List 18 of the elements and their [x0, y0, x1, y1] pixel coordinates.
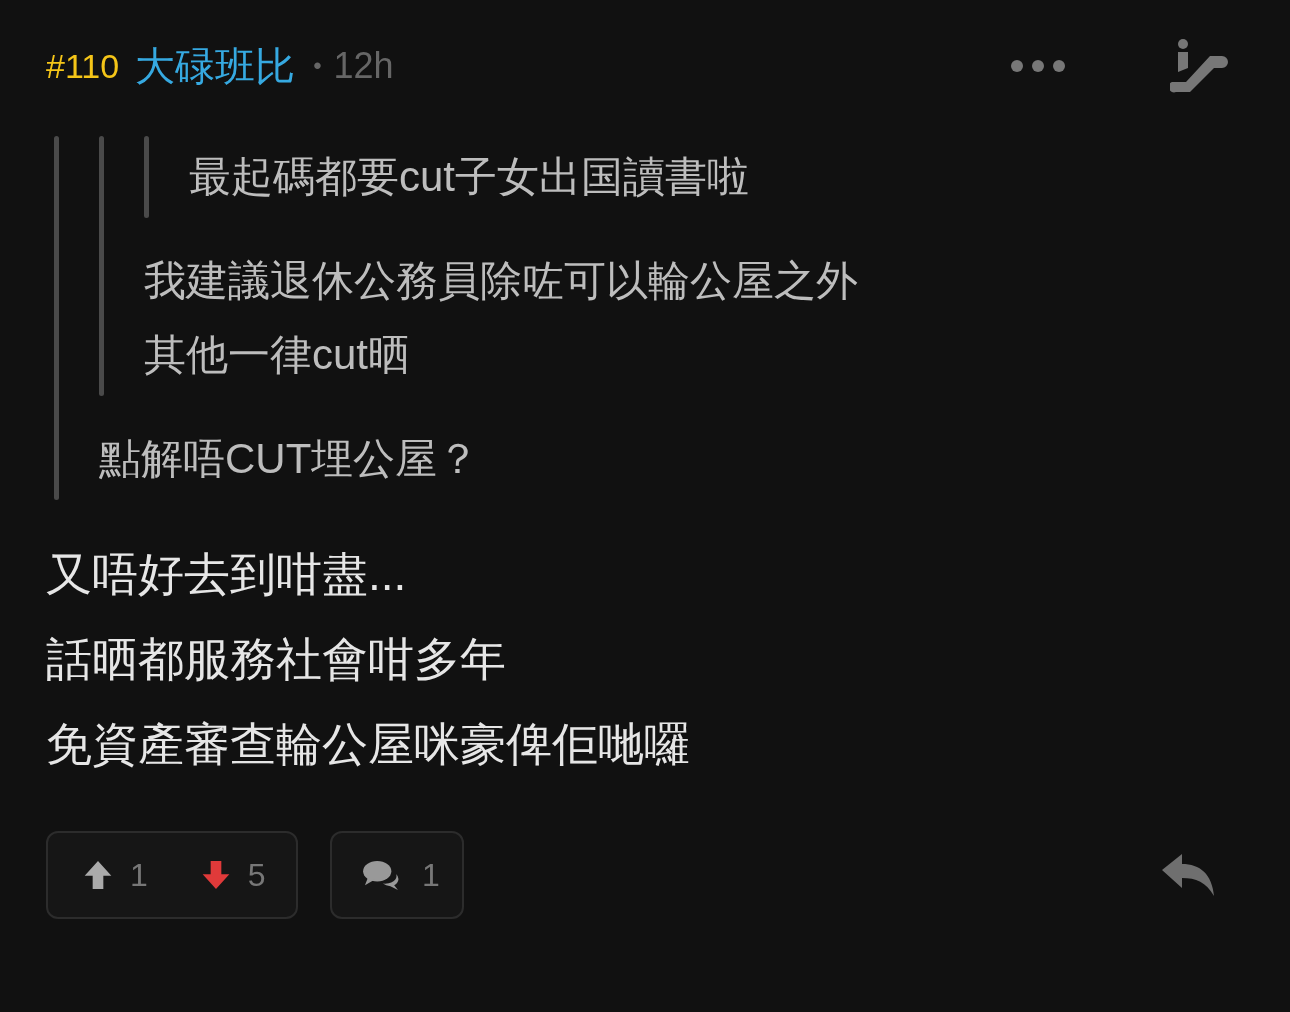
floor-number: #110: [46, 45, 120, 87]
quote-text: 其他一律cut晒: [144, 330, 412, 380]
quote-text: 點解唔CUT埋公屋？: [99, 434, 481, 484]
separator: •: [313, 51, 322, 81]
more-icon[interactable]: [1010, 59, 1066, 73]
upvote-button[interactable]: 1: [82, 851, 148, 899]
escalator-icon[interactable]: [1170, 38, 1230, 94]
reply-icon[interactable]: [1160, 852, 1216, 898]
comment-text: 又唔好去到咁盡...: [46, 547, 408, 602]
replies-button[interactable]: 1: [330, 831, 464, 919]
quote-text: 我建議退休公務員除咗可以輪公屋之外: [144, 256, 858, 306]
username[interactable]: 大碌班比: [135, 36, 296, 96]
post-time: 12h: [333, 44, 394, 88]
comment-text: 話晒都服務社會咁多年: [46, 632, 507, 687]
downvote-button[interactable]: 5: [199, 851, 266, 899]
comment-text: 免資產審查輪公屋咪豪俾佢哋囉: [46, 717, 691, 772]
speech-bubbles-icon: [362, 859, 400, 891]
quote-text: 最起碼都要cut子女出国讀書啦: [189, 152, 750, 202]
